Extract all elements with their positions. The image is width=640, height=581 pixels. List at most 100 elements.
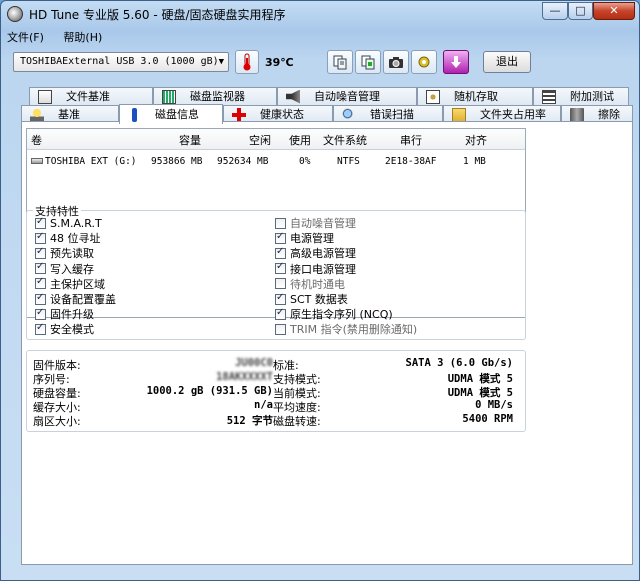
title-bar[interactable]: HD Tune 专业版 5.60 - 硬盘/固态硬盘实用程序 — □ ✕ bbox=[1, 1, 639, 27]
volume-table-header: 卷 容量 空闲 使用 文件系统 串行 对齐 bbox=[27, 129, 525, 150]
minimize-button[interactable]: — bbox=[542, 2, 568, 20]
copy-green-icon bbox=[361, 55, 375, 70]
window-title: HD Tune 专业版 5.60 - 硬盘/固态硬盘实用程序 bbox=[29, 8, 286, 22]
feature-checkbox[interactable]: TRIM 指令(禁用删除通知) bbox=[275, 322, 417, 336]
features-group: 支持特性 S.M.A.R.T48 位寻址预先读取写入缓存主保护区域设备配置覆盖固… bbox=[26, 203, 526, 340]
options-button[interactable] bbox=[411, 50, 437, 74]
col-filesystem[interactable]: 文件系统 bbox=[323, 132, 367, 148]
copy-all-button[interactable] bbox=[355, 50, 381, 74]
tab-random-access[interactable]: 随机存取 bbox=[417, 87, 533, 105]
checkbox-checked-icon bbox=[275, 292, 286, 305]
hdtune-app-icon bbox=[7, 6, 23, 22]
feature-label: 待机时通电 bbox=[290, 277, 345, 291]
cell-alignment: 1 MB bbox=[463, 156, 486, 167]
app-window: HD Tune 专业版 5.60 - 硬盘/固态硬盘实用程序 — □ ✕ 文件(… bbox=[0, 0, 640, 581]
info-value: UDMA 模式 5 bbox=[447, 373, 513, 385]
cell-capacity: 953866 MB bbox=[151, 156, 203, 167]
feature-checkbox[interactable]: 写入缓存 bbox=[35, 261, 94, 276]
maximize-button[interactable]: □ bbox=[568, 2, 593, 20]
col-used[interactable]: 使用 bbox=[289, 132, 311, 148]
file-benchmark-icon bbox=[38, 89, 52, 104]
col-free[interactable]: 空闲 bbox=[249, 132, 271, 148]
feature-label: 写入缓存 bbox=[50, 262, 94, 276]
info-value: SATA 3 (6.0 Gb/s) bbox=[405, 357, 513, 369]
feature-label: 电源管理 bbox=[290, 232, 334, 246]
info-row: 当前模式: UDMA 模式 5 bbox=[273, 385, 513, 400]
copy-info-button[interactable] bbox=[327, 50, 353, 74]
cell-volume: TOSHIBA EXT (G:) bbox=[45, 156, 137, 167]
checkbox-checked-icon bbox=[35, 276, 46, 290]
thermometer-icon bbox=[235, 50, 259, 74]
erase-icon bbox=[570, 107, 584, 122]
menu-help[interactable]: 帮助(H) bbox=[63, 31, 102, 44]
checkbox-checked-icon bbox=[275, 307, 286, 320]
info-row: 支持模式: UDMA 模式 5 bbox=[273, 371, 513, 386]
drive-select[interactable]: TOSHIBAExternal USB 3.0 (1000 gB) ▼ bbox=[13, 52, 229, 72]
info-value: n/a bbox=[254, 399, 273, 411]
feature-checkbox[interactable]: 设备配置覆盖 bbox=[35, 292, 116, 306]
feature-checkbox[interactable]: 电源管理 bbox=[275, 231, 334, 245]
tab-disk-monitor[interactable]: 磁盘监视器 bbox=[153, 87, 277, 105]
feature-checkbox[interactable]: 接口电源管理 bbox=[275, 261, 356, 276]
tab-file-benchmark[interactable]: 文件基准 bbox=[29, 87, 153, 105]
save-button[interactable] bbox=[443, 50, 469, 74]
feature-checkbox[interactable]: 安全模式 bbox=[35, 322, 94, 336]
info-row: 缓存大小: n/a bbox=[33, 399, 273, 414]
feature-checkbox[interactable]: 高级电源管理 bbox=[275, 246, 356, 260]
camera-icon bbox=[389, 57, 403, 68]
feature-checkbox[interactable]: SCT 数据表 bbox=[275, 292, 348, 306]
screenshot-button[interactable] bbox=[383, 50, 409, 74]
tab-noise-management[interactable]: 自动噪音管理 bbox=[277, 87, 417, 105]
feature-checkbox[interactable]: S.M.A.R.T bbox=[35, 216, 102, 230]
checkbox-checked-icon bbox=[275, 261, 286, 275]
extra-tests-icon bbox=[542, 89, 556, 104]
tab-disk-info[interactable]: 磁盘信息 bbox=[119, 104, 223, 124]
drive-icon bbox=[31, 158, 43, 164]
info-value: 0 MB/s bbox=[475, 399, 513, 411]
tab-extra-tests[interactable]: 附加测试 bbox=[533, 87, 629, 105]
exit-button[interactable]: 退出 bbox=[483, 51, 531, 73]
feature-checkbox[interactable]: 48 位寻址 bbox=[35, 231, 101, 245]
checkbox-checked-icon bbox=[275, 246, 286, 259]
info-row: 扇区大小: 512 字节 bbox=[33, 413, 273, 428]
feature-checkbox[interactable]: 预先读取 bbox=[35, 246, 94, 260]
random-access-icon bbox=[426, 89, 440, 104]
disk-monitor-icon bbox=[162, 89, 176, 104]
feature-label: 接口电源管理 bbox=[290, 262, 356, 276]
col-volume[interactable]: 卷 bbox=[31, 132, 42, 148]
info-value: 5400 RPM bbox=[462, 413, 513, 425]
menu-file[interactable]: 文件(F) bbox=[7, 31, 44, 44]
feature-label: S.M.A.R.T bbox=[50, 216, 102, 230]
feature-label: 48 位寻址 bbox=[50, 232, 101, 246]
download-arrow-icon bbox=[451, 56, 461, 68]
feature-checkbox[interactable]: 待机时通电 bbox=[275, 277, 345, 291]
col-serial[interactable]: 串行 bbox=[400, 132, 422, 148]
copy-icon bbox=[333, 55, 347, 70]
feature-label: 固件升级 bbox=[50, 308, 94, 322]
speaker-icon bbox=[286, 89, 300, 104]
feature-label: 安全模式 bbox=[50, 323, 94, 337]
info-value: UDMA 模式 5 bbox=[447, 387, 513, 399]
info-icon bbox=[132, 107, 137, 122]
info-label: 磁盘转速: bbox=[273, 415, 321, 428]
col-alignment[interactable]: 对齐 bbox=[465, 132, 487, 148]
feature-checkbox[interactable]: 主保护区域 bbox=[35, 276, 105, 291]
drive-select-value: TOSHIBAExternal USB 3.0 (1000 gB) bbox=[20, 56, 219, 67]
feature-label: TRIM 指令(禁用删除通知) bbox=[290, 323, 418, 337]
info-row: 硬盘容量: 1000.2 gB (931.5 GB) bbox=[33, 385, 273, 400]
feature-label: 设备配置覆盖 bbox=[50, 293, 116, 306]
feature-checkbox[interactable]: 固件升级 bbox=[35, 307, 94, 321]
col-capacity[interactable]: 容量 bbox=[179, 132, 201, 148]
info-value: 1000.2 gB (931.5 GB) bbox=[146, 385, 273, 397]
checkbox-checked-icon bbox=[35, 322, 46, 335]
feature-checkbox[interactable]: 自动噪音管理 bbox=[275, 216, 356, 230]
checkbox-unchecked-icon bbox=[275, 278, 286, 290]
checkbox-checked-icon bbox=[35, 216, 46, 229]
chevron-down-icon: ▼ bbox=[218, 57, 224, 67]
info-value: 18AKXXXXT bbox=[216, 371, 273, 383]
feature-label: SCT 数据表 bbox=[290, 293, 348, 306]
close-button[interactable]: ✕ bbox=[593, 2, 635, 20]
info-row: 平均速度: 0 MB/s bbox=[273, 399, 513, 414]
feature-checkbox[interactable]: 原生指令序列 (NCQ) bbox=[275, 307, 393, 321]
table-row[interactable]: TOSHIBA EXT (G:) 953866 MB 952634 MB 0% … bbox=[27, 153, 525, 169]
